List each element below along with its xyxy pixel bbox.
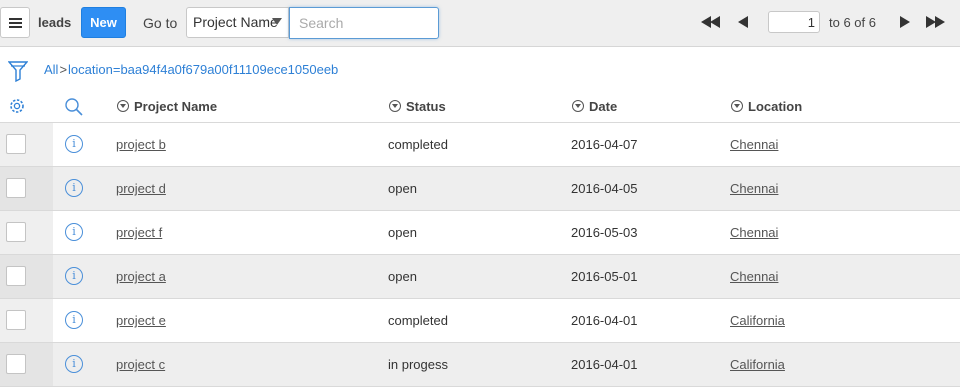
table-row: i project f open 2016-05-03 Chennai — [0, 211, 960, 255]
status-cell: completed — [388, 313, 448, 328]
status-cell: open — [388, 225, 417, 240]
row-checkbox[interactable] — [6, 178, 26, 198]
first-page-icon[interactable] — [700, 12, 724, 32]
project-name-link[interactable]: project c — [116, 357, 165, 372]
column-project-name[interactable]: Project Name — [117, 99, 217, 114]
status-cell: completed — [388, 137, 448, 152]
next-page-icon[interactable] — [898, 12, 922, 32]
data-grid: Project Name Status Date Location i proj… — [0, 90, 960, 387]
date-cell: 2016-05-01 — [571, 269, 638, 284]
project-name-link[interactable]: project b — [116, 137, 166, 152]
field-select[interactable]: Project Name — [186, 7, 289, 38]
row-checkbox[interactable] — [6, 354, 26, 374]
field-select-value: Project Name — [193, 14, 278, 30]
location-link[interactable]: Chennai — [730, 137, 778, 152]
column-date[interactable]: Date — [572, 99, 617, 114]
status-cell: open — [388, 269, 417, 284]
row-checkbox[interactable] — [6, 134, 26, 154]
date-cell: 2016-04-01 — [571, 313, 638, 328]
location-link[interactable]: Chennai — [730, 225, 778, 240]
table-row: i project e completed 2016-04-01 Califor… — [0, 299, 960, 343]
info-icon[interactable]: i — [65, 135, 83, 153]
project-name-link[interactable]: project f — [116, 225, 162, 240]
table-row: i project b completed 2016-04-07 Chennai — [0, 123, 960, 167]
toolbar: leads New Go to Project Name to 6 of 6 — [0, 0, 960, 47]
sort-icon — [731, 100, 743, 112]
filter-icon[interactable] — [8, 60, 28, 82]
sort-icon — [117, 100, 129, 112]
table-row: i project d open 2016-04-05 Chennai — [0, 167, 960, 211]
row-checkbox[interactable] — [6, 222, 26, 242]
status-cell: open — [388, 181, 417, 196]
breadcrumb-filter[interactable]: location=baa94f4a0f679a00f11109ece1050ee… — [68, 62, 338, 77]
breadcrumb-separator: > — [59, 62, 68, 77]
table-row: i project a open 2016-05-01 Chennai — [0, 255, 960, 299]
column-location[interactable]: Location — [731, 99, 802, 114]
breadcrumb: All>location=baa94f4a0f679a00f11109ece10… — [44, 62, 338, 77]
row-checkbox[interactable] — [6, 266, 26, 286]
date-cell: 2016-04-01 — [571, 357, 638, 372]
info-icon[interactable]: i — [65, 267, 83, 285]
page-range-text: to 6 of 6 — [829, 15, 876, 30]
location-link[interactable]: California — [730, 357, 785, 372]
location-link[interactable]: Chennai — [730, 181, 778, 196]
info-icon[interactable]: i — [65, 223, 83, 241]
last-page-icon[interactable] — [925, 12, 949, 32]
sort-icon — [389, 100, 401, 112]
status-cell: in progess — [388, 357, 448, 372]
search-icon[interactable] — [64, 97, 84, 117]
grid-header: Project Name Status Date Location — [0, 90, 960, 123]
sort-icon — [572, 100, 584, 112]
prev-page-icon[interactable] — [736, 12, 760, 32]
filter-bar: All>location=baa94f4a0f679a00f11109ece10… — [0, 48, 960, 90]
table-row: i project c in progess 2016-04-01 Califo… — [0, 343, 960, 387]
goto-label: Go to — [143, 15, 178, 31]
info-icon[interactable]: i — [65, 311, 83, 329]
info-icon[interactable]: i — [65, 355, 83, 373]
new-button[interactable]: New — [81, 7, 126, 38]
gear-icon[interactable] — [8, 97, 26, 115]
page-number-input[interactable] — [768, 11, 820, 33]
project-name-link[interactable]: project e — [116, 313, 166, 328]
row-checkbox[interactable] — [6, 310, 26, 330]
hamburger-icon[interactable] — [0, 7, 30, 38]
location-link[interactable]: Chennai — [730, 269, 778, 284]
date-cell: 2016-05-03 — [571, 225, 638, 240]
project-name-link[interactable]: project a — [116, 269, 166, 284]
app-title: leads — [38, 15, 72, 30]
search-input[interactable] — [289, 7, 439, 39]
info-icon[interactable]: i — [65, 179, 83, 197]
date-cell: 2016-04-05 — [571, 181, 638, 196]
location-link[interactable]: California — [730, 313, 785, 328]
caret-down-icon — [272, 18, 282, 25]
breadcrumb-all[interactable]: All — [44, 62, 58, 77]
project-name-link[interactable]: project d — [116, 181, 166, 196]
column-status[interactable]: Status — [389, 99, 446, 114]
date-cell: 2016-04-07 — [571, 137, 638, 152]
